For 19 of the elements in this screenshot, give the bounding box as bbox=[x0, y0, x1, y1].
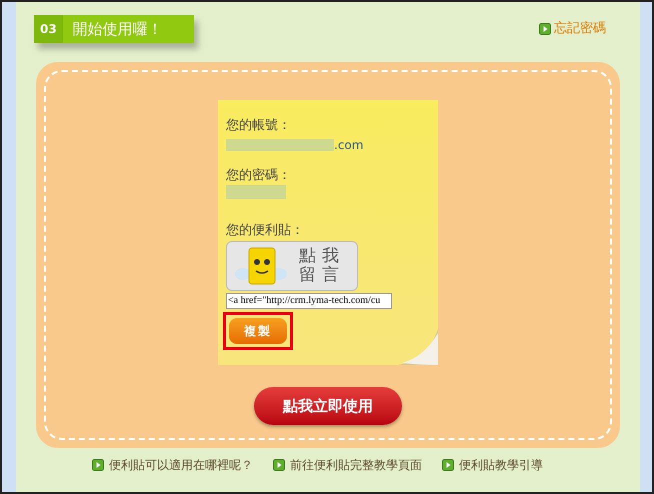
account-domain: .com bbox=[334, 136, 364, 154]
blurred-password bbox=[226, 185, 286, 199]
page-curl-drawing bbox=[398, 329, 438, 365]
code-field[interactable]: <a href="http://crm.lyma-tech.com/cu bbox=[226, 292, 392, 308]
play-icon bbox=[273, 459, 285, 471]
sticker-badge[interactable]: 點我留言 bbox=[226, 240, 358, 290]
play-icon bbox=[442, 459, 454, 471]
play-icon bbox=[92, 459, 104, 471]
sticker-text: 點我留言 bbox=[299, 246, 346, 284]
play-icon bbox=[539, 23, 551, 35]
footer-link[interactable]: 前往便利貼完整教學頁面 bbox=[273, 456, 422, 474]
step-title: 開始使用囉！ bbox=[72, 18, 163, 40]
footer-link[interactable]: 便利貼可以適用在哪裡呢？ bbox=[92, 456, 253, 474]
sticker-label: 您的便利貼： bbox=[226, 222, 304, 240]
step-number: 03 bbox=[34, 15, 63, 43]
footer-link[interactable]: 便利貼教學引導 bbox=[442, 456, 543, 474]
account-label: 您的帳號： bbox=[226, 117, 291, 135]
password-label: 您的密碼： bbox=[226, 166, 291, 184]
start-button[interactable]: 點我立即使用 bbox=[254, 387, 402, 425]
